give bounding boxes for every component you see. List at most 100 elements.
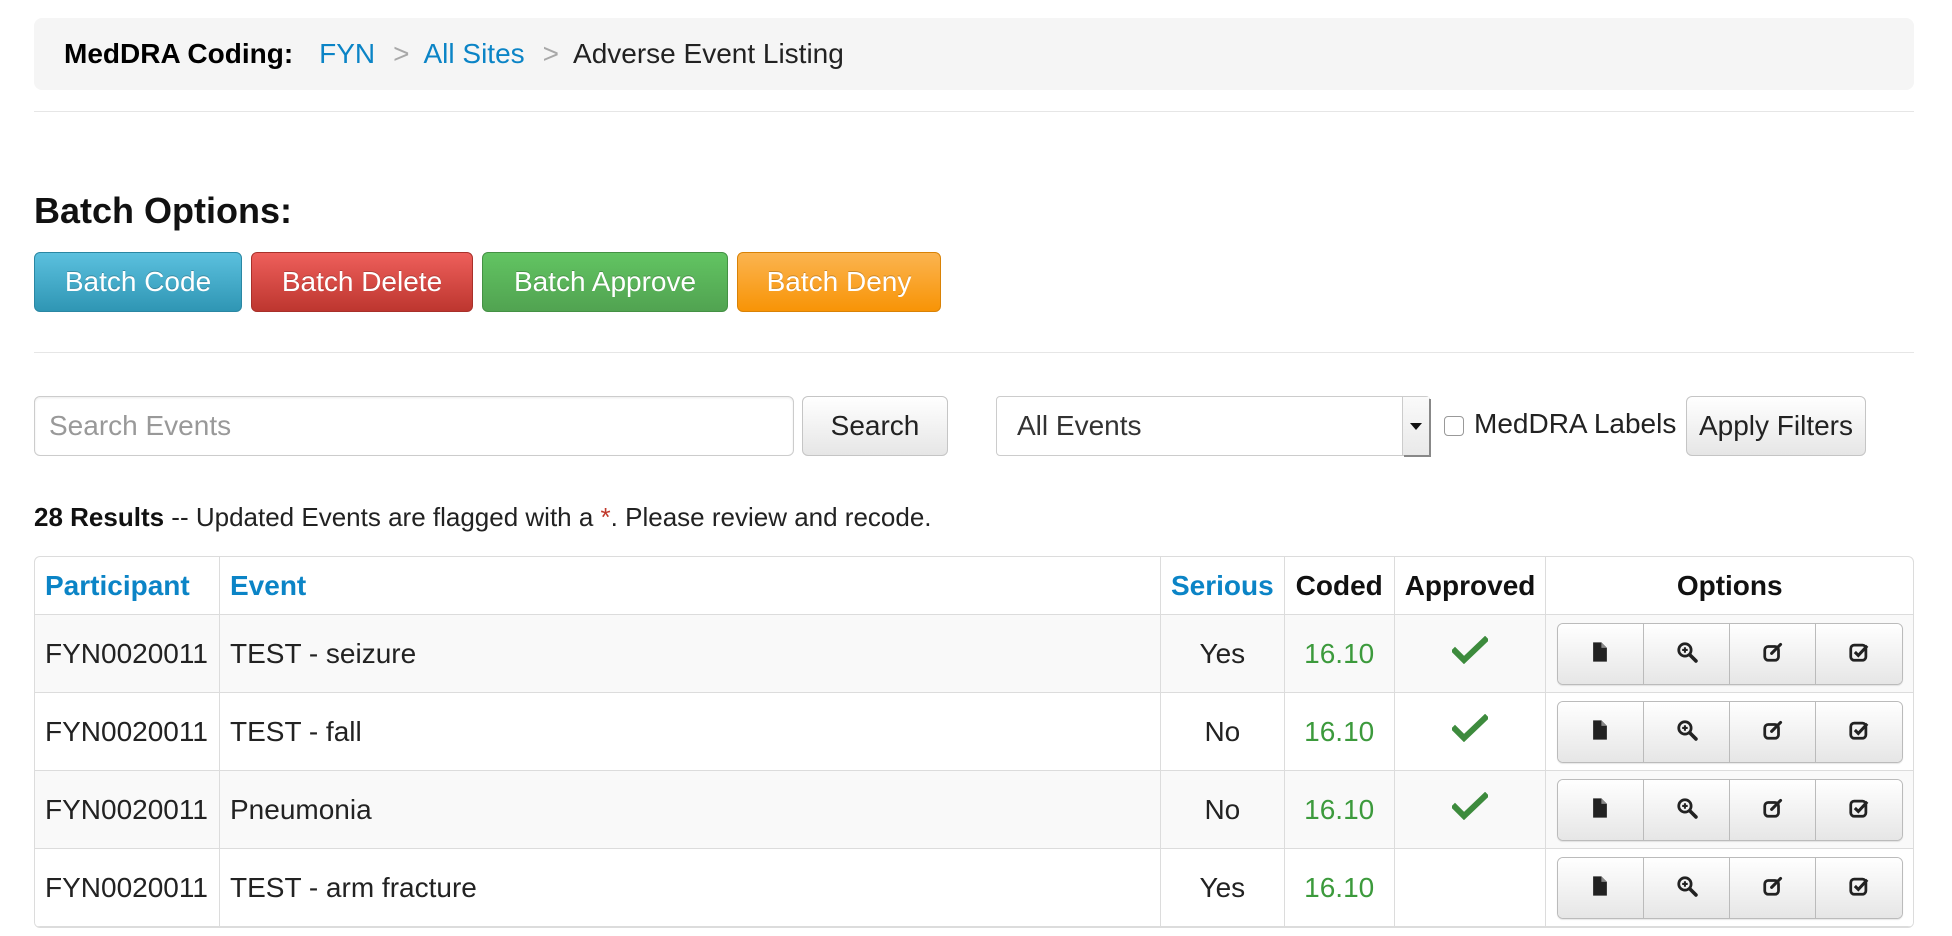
option-button-edit[interactable] (1730, 623, 1817, 684)
results-message-after: . Please review and recode. (610, 502, 932, 532)
check-square-icon (1848, 716, 1870, 748)
option-button-file[interactable] (1557, 623, 1644, 684)
table-row: FYN0020011 TEST - arm fracture Yes 16.10 (35, 849, 1913, 927)
options-cell (1546, 771, 1913, 849)
participant-cell: FYN0020011 (35, 771, 220, 849)
zoom-in-icon (1676, 638, 1698, 670)
breadcrumb-link-all-sites[interactable]: All Sites (424, 38, 525, 70)
batch-options-heading: Batch Options: (34, 190, 292, 231)
column-header-serious[interactable]: Serious (1161, 557, 1285, 615)
edit-icon (1762, 872, 1784, 904)
breadcrumb: MedDRA Coding: FYN > All Sites > Adverse… (34, 18, 1914, 90)
breadcrumb-link-fyn[interactable]: FYN (319, 38, 375, 70)
option-button-edit[interactable] (1730, 701, 1817, 762)
option-button-edit[interactable] (1730, 779, 1817, 840)
option-button-file[interactable] (1557, 857, 1644, 918)
meddra-labels-checkbox[interactable] (1444, 416, 1464, 436)
event-sort-link[interactable]: Event (230, 570, 306, 601)
serious-sort-link[interactable]: Serious (1171, 570, 1274, 601)
event-cell: TEST - fall (220, 693, 1161, 771)
option-button-zoom-in[interactable] (1643, 779, 1731, 840)
participant-cell: FYN0020011 (35, 693, 220, 771)
edit-icon (1762, 794, 1784, 826)
coded-header-label: Coded (1295, 569, 1383, 601)
table-header-row: Participant Event Serious Coded Approved… (35, 557, 1913, 615)
divider (34, 111, 1914, 112)
zoom-in-icon (1676, 872, 1698, 904)
zoom-in-icon (1676, 716, 1698, 748)
row-options-button-group (1556, 622, 1903, 685)
batch-deny-button[interactable]: Batch Deny (737, 252, 941, 312)
meddra-labels-label[interactable]: MedDRA Labels (1474, 408, 1676, 440)
edit-icon (1762, 638, 1784, 670)
options-cell (1546, 849, 1913, 927)
events-table: Participant Event Serious Coded Approved… (34, 556, 1914, 928)
column-header-participant[interactable]: Participant (35, 557, 220, 615)
options-header-label: Options (1676, 569, 1783, 601)
search-placeholder: Search Events (49, 410, 232, 441)
approved-cell (1394, 849, 1547, 927)
option-button-file[interactable] (1557, 701, 1644, 762)
table-body: FYN0020011 TEST - seizure Yes 16.10 FYN0… (35, 615, 1913, 927)
option-button-file[interactable] (1557, 779, 1644, 840)
batch-approve-button[interactable]: Batch Approve (482, 252, 728, 312)
serious-cell: Yes (1161, 615, 1285, 693)
row-options-button-group (1556, 778, 1903, 841)
coded-cell: 16.10 (1284, 615, 1395, 693)
breadcrumb-separator: > (542, 38, 560, 69)
approved-check-icon (1452, 714, 1489, 742)
table-row: FYN0020011 TEST - fall No 16.10 (35, 693, 1913, 771)
batch-delete-button[interactable]: Batch Delete (251, 252, 473, 312)
column-header-options: Options (1546, 557, 1913, 615)
breadcrumb-title: MedDRA Coding: (64, 38, 294, 69)
apply-filters-button[interactable]: Apply Filters (1686, 396, 1866, 456)
results-message-before: -- Updated Events are flagged with a (164, 502, 601, 532)
dropdown-arrow-icon[interactable] (1402, 397, 1429, 455)
row-options-button-group (1556, 700, 1903, 763)
approved-check-icon (1452, 792, 1489, 820)
check-square-icon (1848, 794, 1870, 826)
options-cell (1546, 693, 1913, 771)
event-filter-select[interactable]: All Events (996, 396, 1430, 456)
table-row: FYN0020011 Pneumonia No 16.10 (35, 771, 1913, 849)
event-cell: Pneumonia (220, 771, 1161, 849)
file-icon (1589, 716, 1611, 748)
option-button-check-square[interactable] (1816, 623, 1902, 684)
serious-cell: No (1161, 693, 1285, 771)
coded-cell: 16.10 (1284, 693, 1395, 771)
coded-cell: 16.10 (1284, 849, 1395, 927)
event-cell: TEST - seizure (220, 615, 1161, 693)
serious-cell: No (1161, 771, 1285, 849)
approved-header-label: Approved (1404, 569, 1536, 601)
batch-button-group: Batch Code Batch Delete Batch Approve Ba… (34, 252, 941, 312)
participant-sort-link[interactable]: Participant (45, 570, 190, 601)
option-button-check-square[interactable] (1816, 857, 1902, 918)
file-icon (1589, 872, 1611, 904)
event-filter-value: All Events (1017, 410, 1142, 441)
results-summary: 28 Results -- Updated Events are flagged… (34, 502, 932, 533)
option-button-check-square[interactable] (1816, 779, 1902, 840)
check-square-icon (1848, 638, 1870, 670)
search-button[interactable]: Search (802, 396, 948, 456)
option-button-edit[interactable] (1730, 857, 1817, 918)
check-square-icon (1848, 872, 1870, 904)
column-header-event[interactable]: Event (220, 557, 1161, 615)
breadcrumb-current: Adverse Event Listing (573, 38, 844, 69)
approved-cell (1394, 615, 1547, 693)
option-button-zoom-in[interactable] (1643, 701, 1731, 762)
search-input[interactable]: Search Events (34, 396, 794, 456)
option-button-zoom-in[interactable] (1643, 857, 1731, 918)
option-button-check-square[interactable] (1816, 701, 1902, 762)
serious-cell: Yes (1161, 849, 1285, 927)
file-icon (1589, 638, 1611, 670)
approved-check-icon (1452, 636, 1489, 664)
divider (34, 352, 1914, 353)
batch-code-button[interactable]: Batch Code (34, 252, 242, 312)
participant-cell: FYN0020011 (35, 849, 220, 927)
results-count: 28 Results (34, 502, 165, 532)
coded-cell: 16.10 (1284, 771, 1395, 849)
results-asterisk: * (600, 502, 611, 532)
option-button-zoom-in[interactable] (1643, 623, 1731, 684)
row-options-button-group (1556, 856, 1903, 919)
event-cell: TEST - arm fracture (220, 849, 1161, 927)
